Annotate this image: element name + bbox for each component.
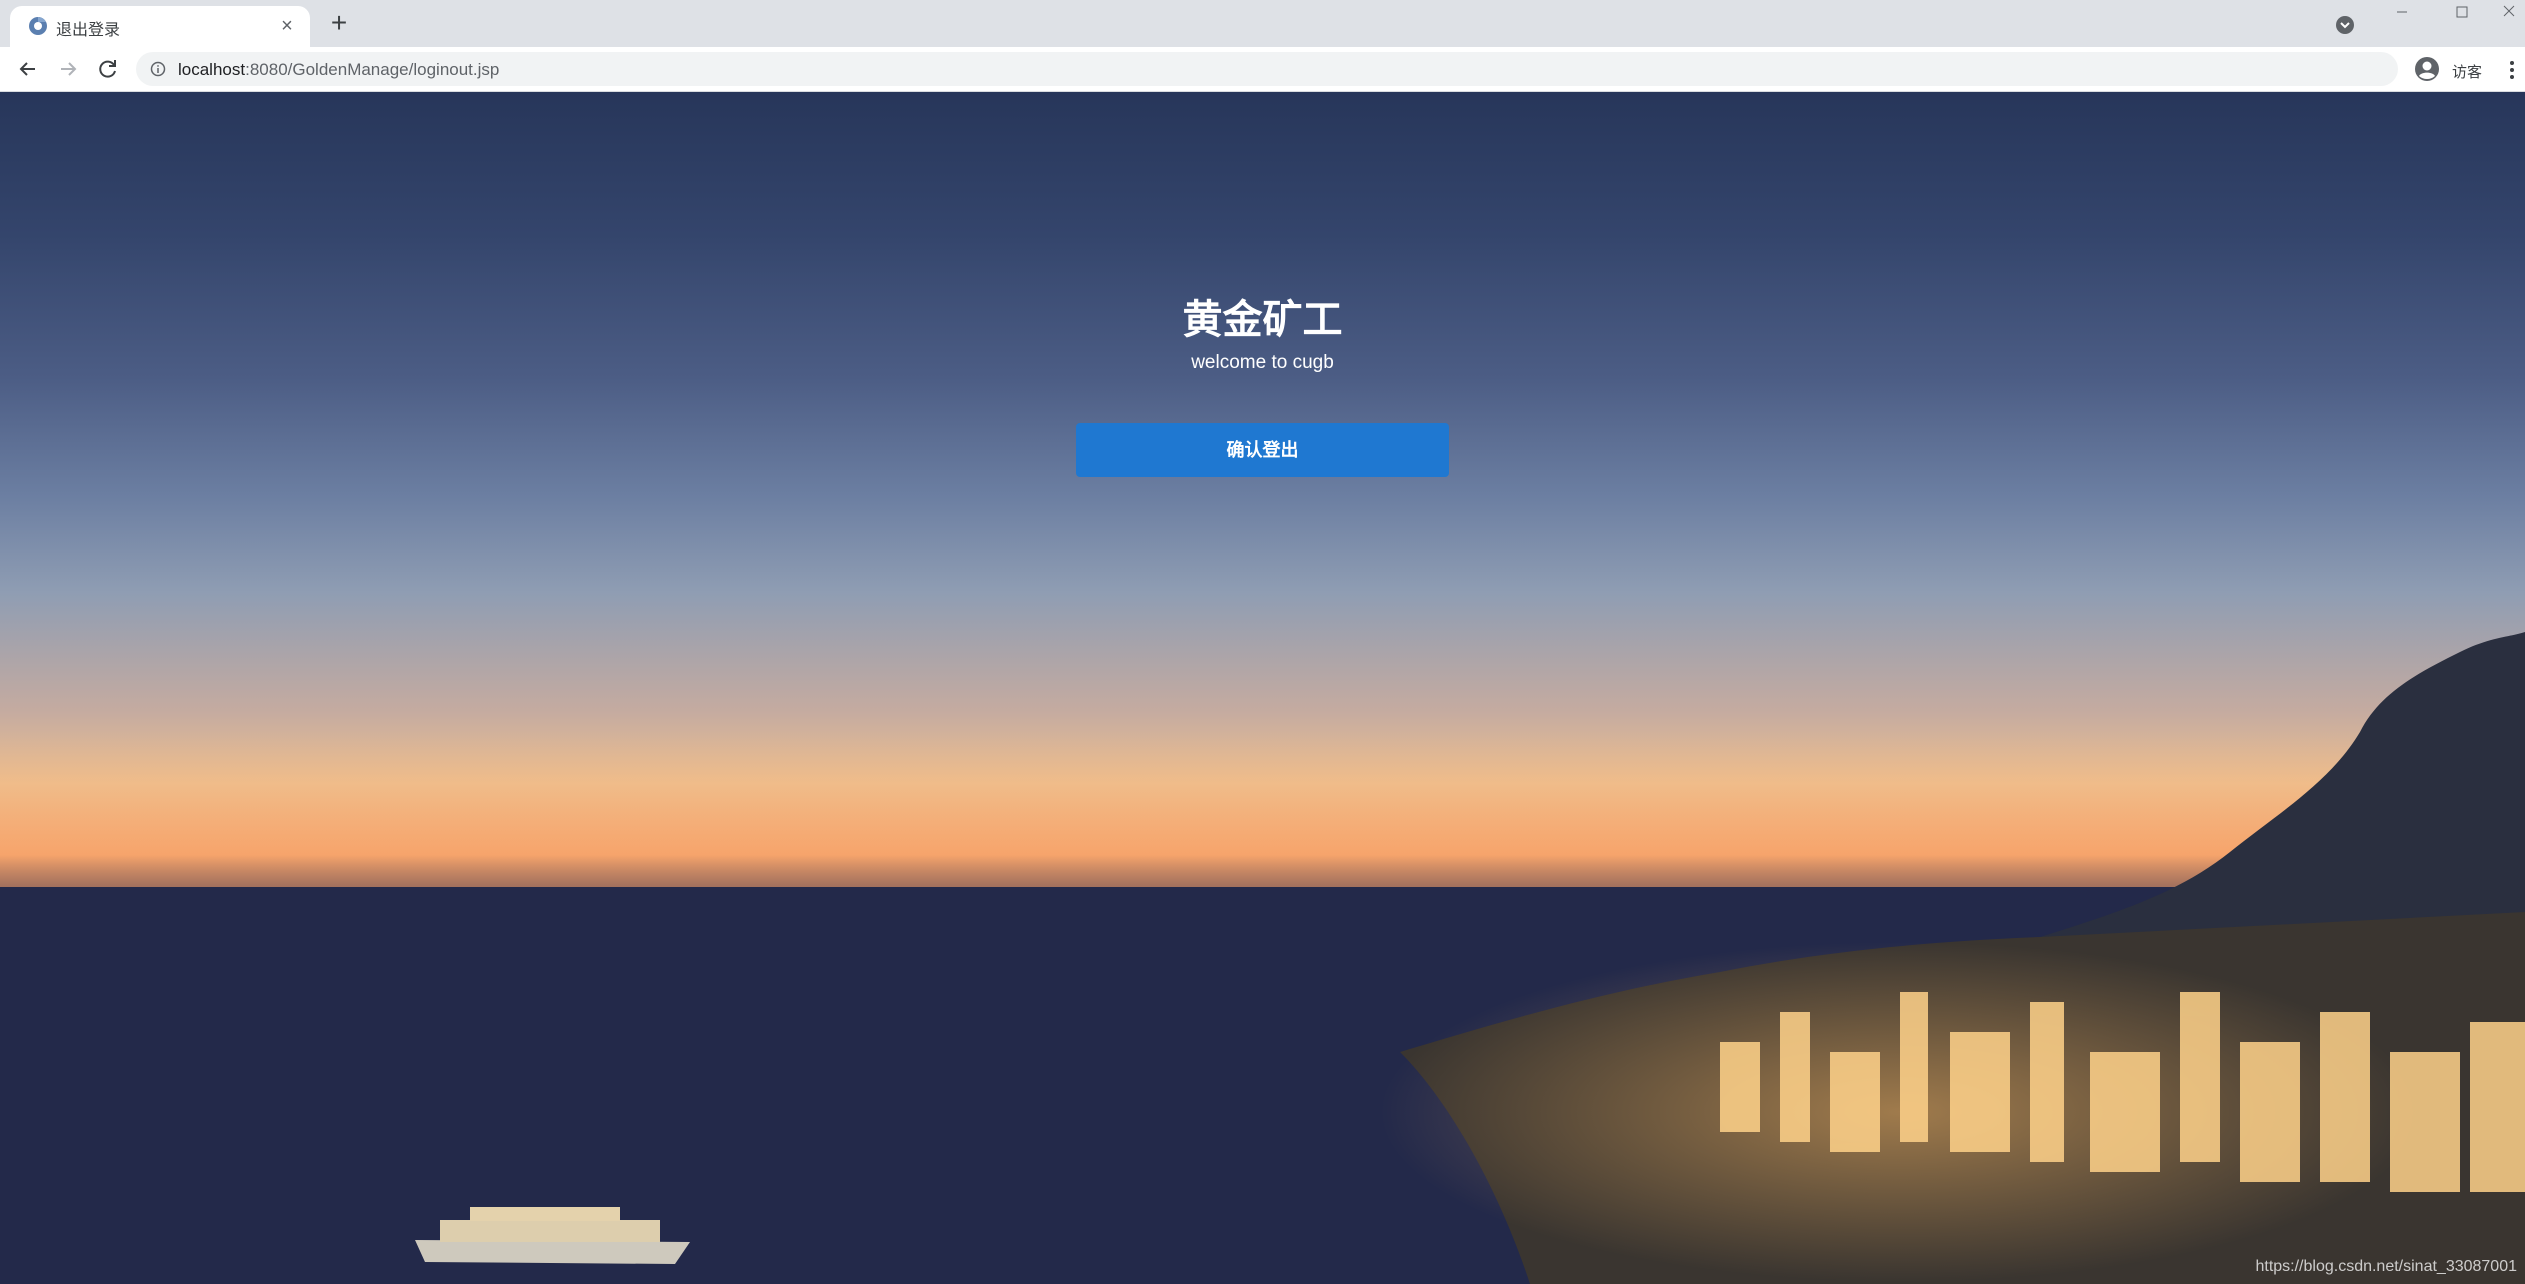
kebab-menu-icon[interactable] (2504, 57, 2520, 83)
url-path: :8080/GoldenManage/loginout.jsp (245, 60, 500, 79)
tab-strip: 退出登录 × + (0, 0, 2525, 47)
page-content: 黄金矿工 welcome to cugb 确认登出 https://blog.c… (0, 92, 2525, 1284)
maximize-icon[interactable] (2432, 0, 2492, 28)
url-host: localhost (178, 60, 246, 79)
url-text[interactable]: localhost:8080/GoldenManage/loginout.jsp (178, 60, 499, 80)
page-title: 黄金矿工 (1182, 297, 1343, 343)
profile-button[interactable]: 访客 (2410, 52, 2494, 86)
chrome-favicon-icon (29, 17, 47, 35)
forward-arrow-icon[interactable] (54, 55, 82, 83)
watermark-text: https://blog.csdn.net/sinat_33087001 (2255, 1258, 2517, 1275)
background-night-city-image (0, 632, 2525, 1284)
browser-window: 退出登录 × + localhost:8080/GoldenManage/log… (0, 0, 2525, 1284)
plus-icon[interactable]: + (326, 9, 352, 37)
back-arrow-icon[interactable] (14, 55, 42, 83)
window-close-icon[interactable] (2492, 0, 2525, 28)
tab-search-icon[interactable] (2334, 14, 2356, 36)
minimize-icon[interactable] (2372, 0, 2432, 28)
address-bar[interactable]: localhost:8080/GoldenManage/loginout.jsp (136, 52, 2398, 86)
confirm-logout-button[interactable]: 确认登出 (1076, 423, 1449, 477)
active-tab[interactable]: 退出登录 × (10, 6, 310, 47)
profile-label: 访客 (2452, 64, 2483, 81)
close-icon[interactable]: × (276, 15, 298, 37)
avatar-icon (2415, 57, 2439, 81)
reload-icon[interactable] (94, 55, 122, 83)
info-icon[interactable] (150, 61, 166, 77)
tab-title: 退出登录 (56, 22, 121, 39)
page-subtitle: welcome to cugb (1191, 352, 1334, 373)
browser-toolbar: localhost:8080/GoldenManage/loginout.jsp… (0, 47, 2525, 92)
